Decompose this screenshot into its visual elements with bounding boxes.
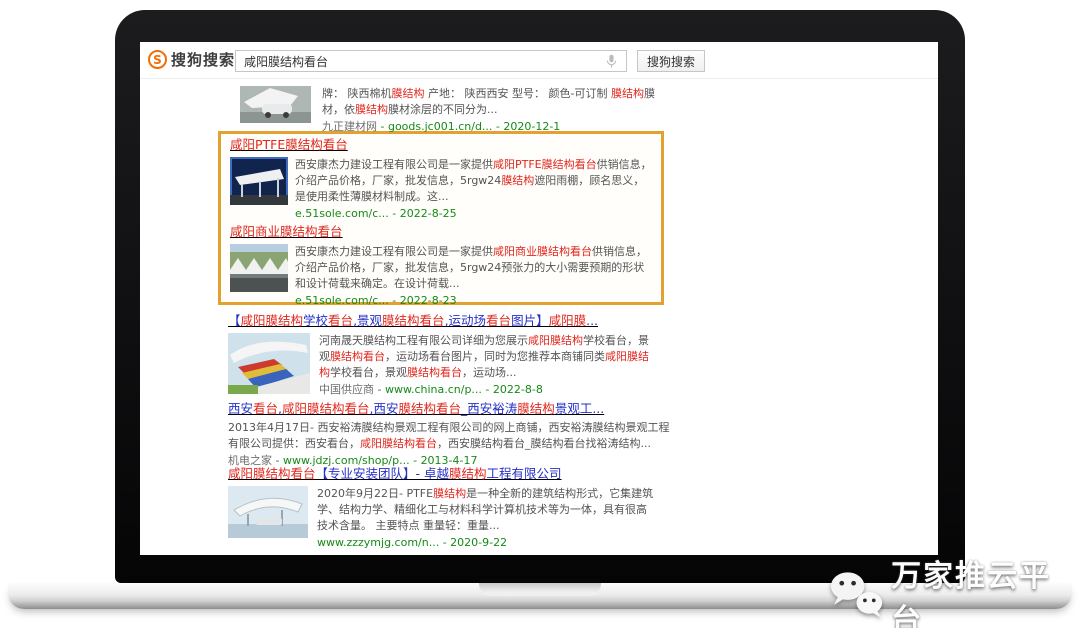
result-title-link[interactable]: 咸阳PTFE膜结构看台 [230, 137, 654, 152]
result-title-link[interactable]: 【咸阳膜结构学校看台,景观膜结构看台,运动场看台图片】咸阳膜... [228, 313, 658, 328]
screenshot-stage: S 搜狗搜索 搜狗搜索 [0, 0, 1080, 628]
watermark-text: 万家推云平台 [891, 551, 1080, 628]
browser-viewport: S 搜狗搜索 搜狗搜索 [140, 42, 938, 555]
sogou-logo-icon: S [148, 50, 167, 69]
result-snippet: 西安康杰力建设工程有限公司是一家提供咸阳商业膜结构看台供销信息，介绍产品价格，厂… [295, 244, 652, 292]
result-source: 九正建材网 - goods.jc001.cn/d... - 2020-12-1 [322, 119, 657, 134]
result-source: e.51sole.com/c... - 2022-8-25 [295, 206, 652, 221]
wechat-icon [828, 570, 885, 620]
search-result: 牌： 陕西棉机膜结构 产地： 陕西西安 型号： 颜色-可订制 膜结构膜材，依膜结… [240, 86, 660, 134]
result-source: e.51sole.com/c... - 2022-8-23 [295, 293, 652, 308]
search-result: 咸阳商业膜结构看台 西安康杰力建设工程有限公司是一家提供咸阳商业膜结构看台供销信… [230, 224, 654, 308]
result-thumbnail-ptfe-canopy[interactable] [230, 157, 288, 205]
laptop-base-notch [479, 583, 601, 596]
result-source: www.zzzymjg.com/n... - 2020-9-22 [317, 535, 656, 550]
search-result: 咸阳PTFE膜结构看台 西安康杰力建设工程有限公司是一家提供咸阳PTFE膜结构看… [230, 137, 654, 221]
search-result: 西安看台,咸阳膜结构看台,西安膜结构看台_西安裕涛膜结构景观工... 2013年… [228, 401, 680, 468]
result-thumbnail-commercial-canopy[interactable] [230, 244, 288, 292]
watermark: 万家推云平台 [828, 551, 1080, 628]
result-snippet: 河南晟天膜结构工程有限公司详细为您展示咸阳膜结构学校看台，景观膜结构看台，运动场… [319, 333, 656, 381]
result-snippet: 2020年9月22日- PTFE膜结构是一种全新的建筑结构形式，它集建筑学、结构… [317, 486, 656, 534]
search-result: 咸阳膜结构看台【专业安装团队】- 卓越膜结构工程有限公司 2020年9月22日-… [228, 466, 658, 550]
result-thumbnail-waterside-canopy[interactable] [228, 486, 308, 538]
result-title-link[interactable]: 咸阳膜结构看台【专业安装团队】- 卓越膜结构工程有限公司 [228, 466, 658, 481]
search-input[interactable] [235, 50, 627, 72]
result-thumbnail-school-stand[interactable] [228, 333, 310, 394]
search-button[interactable]: 搜狗搜索 [637, 50, 705, 72]
result-snippet: 牌： 陕西棉机膜结构 产地： 陕西西安 型号： 颜色-可订制 膜结构膜材，依膜结… [322, 86, 657, 118]
microphone-icon[interactable] [606, 54, 617, 73]
sogou-logo[interactable]: S 搜狗搜索 [148, 49, 235, 70]
result-snippet: 西安康杰力建设工程有限公司是一家提供咸阳PTFE膜结构看台供销信息，介绍产品价格… [295, 157, 652, 205]
result-snippet: 2013年4月17日- 西安裕涛膜结构景观工程有限公司的网上商铺，西安裕涛膜结构… [228, 420, 680, 452]
sogou-logo-text: 搜狗搜索 [171, 49, 235, 70]
result-thumbnail-carport[interactable] [240, 86, 311, 123]
result-source: 中国供应商 - www.china.cn/p... - 2022-8-8 [319, 382, 656, 397]
search-result: 【咸阳膜结构学校看台,景观膜结构看台,运动场看台图片】咸阳膜... 河南晟天膜结… [228, 313, 658, 397]
search-header: S 搜狗搜索 搜狗搜索 [140, 42, 938, 79]
result-title-link[interactable]: 西安看台,咸阳膜结构看台,西安膜结构看台_西安裕涛膜结构景观工... [228, 401, 680, 416]
result-title-link[interactable]: 咸阳商业膜结构看台 [230, 224, 654, 239]
